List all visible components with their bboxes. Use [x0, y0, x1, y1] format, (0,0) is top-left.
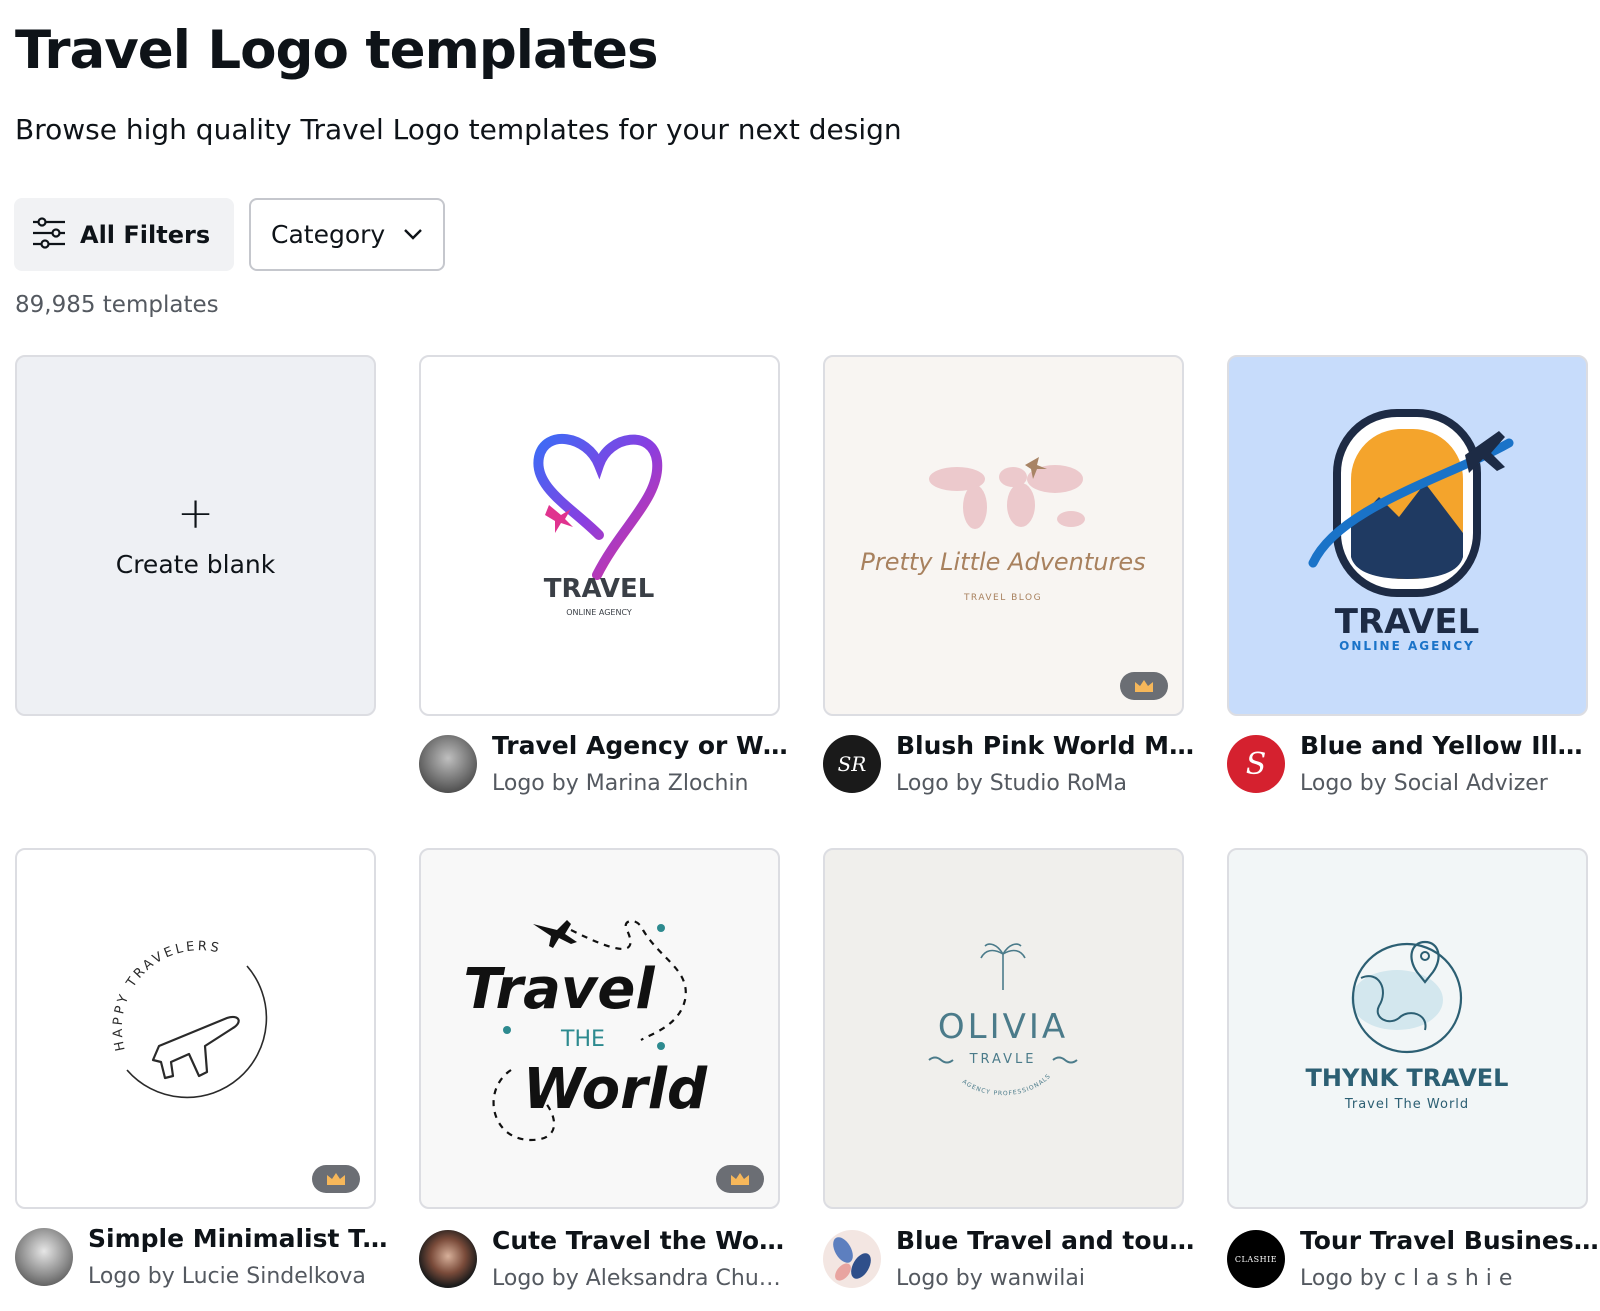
world-map-logo: Pretty Little Adventures TRAVEL BLOG: [860, 457, 1146, 603]
template-card-blue-yellow[interactable]: TRAVEL ONLINE AGENCY: [1227, 355, 1588, 716]
template-title[interactable]: Blush Pink World Ma...: [896, 731, 1196, 760]
svg-text:TRAVEL: TRAVEL: [544, 574, 655, 604]
premium-crown-badge: [716, 1165, 764, 1193]
page-title: Travel Logo templates: [15, 20, 659, 81]
template-count: 89,985 templates: [15, 292, 219, 318]
avatar[interactable]: SR: [823, 735, 881, 793]
travel-the-world-logo: Travel THE World: [463, 919, 708, 1142]
template-author[interactable]: Logo by wanwilai: [896, 1266, 1196, 1291]
sliders-icon: [32, 216, 66, 253]
svg-text:Travel: Travel: [463, 957, 655, 1022]
olivia-palm-logo: OLIVIA TRAVLE AGENCY PROFESSIONALS: [928, 943, 1078, 1098]
svg-text:TRAVLE: TRAVLE: [969, 1052, 1037, 1067]
svg-text:THYNK TRAVEL: THYNK TRAVEL: [1306, 1064, 1509, 1092]
svg-text:AGENCY PROFESSIONALS: AGENCY PROFESSIONALS: [961, 1073, 1053, 1098]
avatar-wordmark: CLASHIE: [1234, 1254, 1278, 1264]
premium-crown-badge: [312, 1165, 360, 1193]
svg-text:TRAVEL BLOG: TRAVEL BLOG: [963, 593, 1042, 603]
create-blank-label: Create blank: [115, 550, 276, 579]
svg-text:Pretty Little Adventures: Pretty Little Adventures: [860, 548, 1145, 576]
plus-icon: +: [177, 488, 214, 539]
svg-text:THE: THE: [560, 1027, 605, 1052]
leaf-pattern-icon: [833, 1237, 871, 1281]
svg-text:TRAVEL: TRAVEL: [1335, 602, 1480, 642]
template-title[interactable]: Blue and Yellow Illust...: [1300, 731, 1600, 760]
avatar-monogram: SR: [837, 752, 867, 776]
thynk-travel-logo: THYNK TRAVEL Travel The World: [1306, 940, 1509, 1112]
template-title[interactable]: Tour Travel Business ...: [1300, 1226, 1600, 1255]
svg-text:World: World: [523, 1057, 708, 1122]
template-card-cute-travel[interactable]: Travel THE World: [419, 848, 780, 1209]
svg-text:ONLINE AGENCY: ONLINE AGENCY: [566, 608, 632, 617]
template-author[interactable]: Logo by Lucie Sindelkova: [88, 1264, 388, 1289]
category-dropdown[interactable]: Category: [249, 198, 445, 271]
avatar[interactable]: [419, 1230, 477, 1288]
svg-text:HAPPY TRAVELERS: HAPPY TRAVELERS: [111, 939, 223, 1052]
template-author[interactable]: Logo by Studio RoMa: [896, 771, 1196, 796]
template-title[interactable]: Blue Travel and touri...: [896, 1226, 1196, 1255]
template-author[interactable]: Logo by c l a s h i e: [1300, 1266, 1600, 1291]
avatar[interactable]: CLASHIE: [1227, 1230, 1285, 1288]
template-title[interactable]: Simple Minimalist Tra...: [88, 1224, 388, 1253]
avatar[interactable]: S: [1227, 735, 1285, 793]
all-filters-label: All Filters: [80, 220, 211, 249]
template-card-simple-minimalist[interactable]: HAPPY TRAVELERS: [15, 848, 376, 1209]
avatar[interactable]: [419, 735, 477, 793]
template-card-tour-travel[interactable]: THYNK TRAVEL Travel The World: [1227, 848, 1588, 1209]
svg-text:OLIVIA: OLIVIA: [938, 1007, 1068, 1047]
template-author[interactable]: Logo by Social Advizer: [1300, 771, 1600, 796]
avatar[interactable]: [15, 1228, 73, 1286]
svg-text:ONLINE AGENCY: ONLINE AGENCY: [1339, 639, 1475, 653]
avatar[interactable]: [823, 1230, 881, 1288]
template-card-travel-agency[interactable]: TRAVEL ONLINE AGENCY: [419, 355, 780, 716]
happy-travelers-logo: HAPPY TRAVELERS: [111, 939, 268, 1099]
template-author[interactable]: Logo by Marina Zlochin: [492, 771, 792, 796]
all-filters-button[interactable]: All Filters: [14, 198, 234, 271]
create-blank-card[interactable]: + Create blank: [15, 355, 376, 716]
template-author[interactable]: Logo by Aleksandra Chub...: [492, 1266, 792, 1291]
travel-heart-logo: TRAVEL ONLINE AGENCY: [533, 433, 663, 617]
template-card-blue-travel[interactable]: OLIVIA TRAVLE AGENCY PROFESSIONALS: [823, 848, 1184, 1209]
svg-text:Travel The World: Travel The World: [1344, 1097, 1469, 1112]
template-title[interactable]: Travel Agency or Web...: [492, 731, 792, 760]
page-subtitle: Browse high quality Travel Logo template…: [15, 113, 902, 146]
category-label: Category: [271, 220, 386, 249]
chevron-down-icon: [385, 225, 423, 244]
premium-crown-badge: [1120, 672, 1168, 700]
template-card-blush-pink[interactable]: Pretty Little Adventures TRAVEL BLOG: [823, 355, 1184, 716]
template-title[interactable]: Cute Travel the Worl...: [492, 1226, 792, 1255]
travel-window-logo: TRAVEL ONLINE AGENCY: [1308, 409, 1514, 653]
avatar-monogram: S: [1245, 746, 1267, 782]
